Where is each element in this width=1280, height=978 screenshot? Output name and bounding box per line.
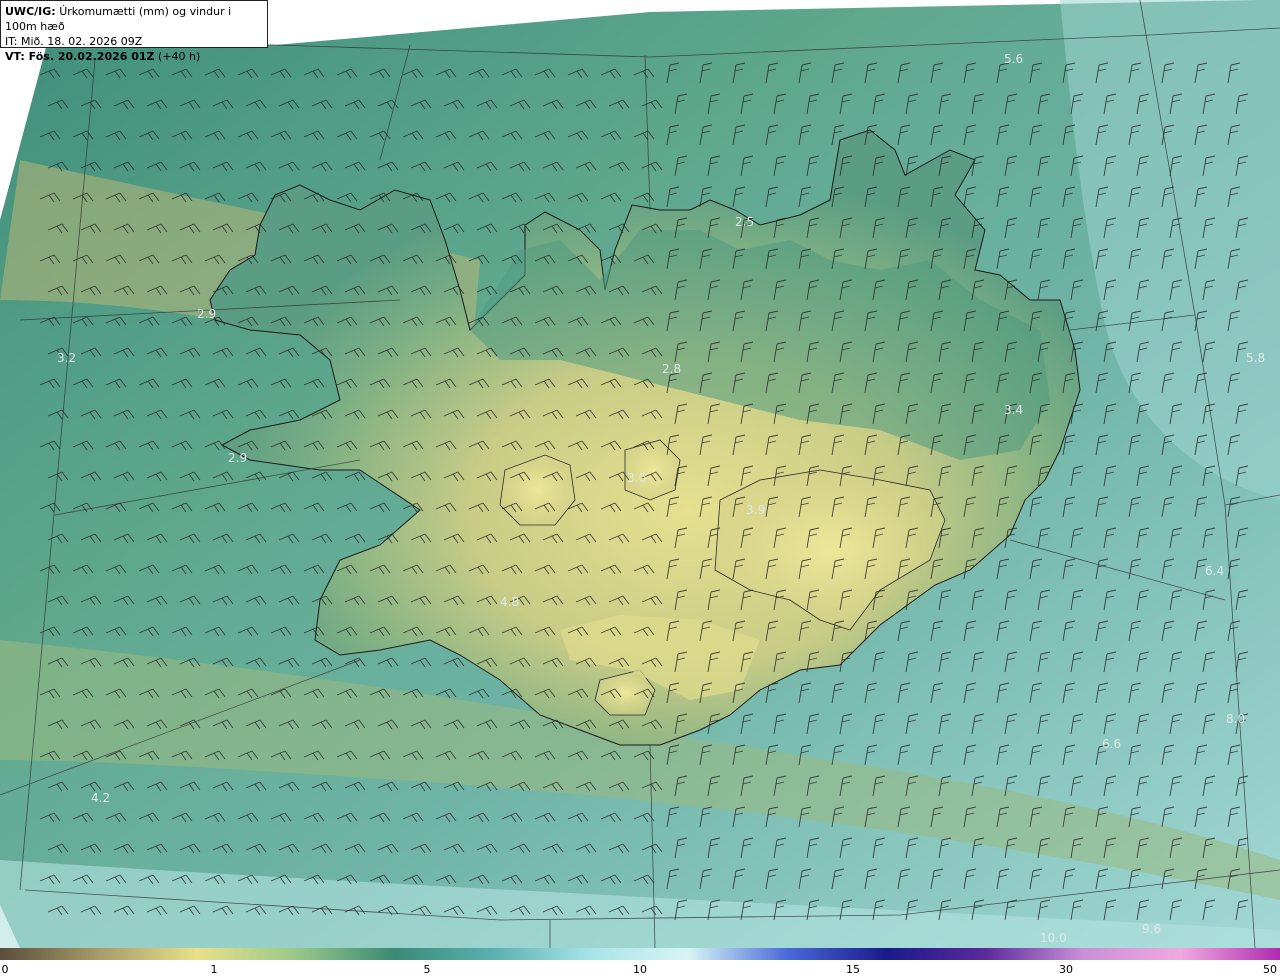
colorbar	[0, 948, 1280, 960]
valid-time: VT: Fös. 20.02.2026 01Z	[5, 50, 155, 63]
colorbar-tick: 10	[633, 963, 647, 976]
label-value: 6.4	[1205, 564, 1224, 578]
colorbar-ticks: 0 1 5 10 15 30 50	[0, 960, 1280, 978]
model-name: UWC/IG:	[5, 5, 56, 18]
label-value: 3.9	[746, 503, 765, 517]
label-value: 9.6	[1142, 922, 1161, 936]
map-info-box: UWC/IG: Úrkomumætti (mm) og vindur i 100…	[0, 0, 268, 63]
colorbar-tick: 15	[846, 963, 860, 976]
colorbar-tick: 5	[423, 963, 431, 976]
label-value: 4.8	[500, 595, 519, 609]
label-value: 2.8	[662, 362, 681, 376]
label-value: 2.5	[735, 215, 754, 229]
forecast-lead: (+40 h)	[158, 50, 201, 63]
label-value: 5.8	[1246, 351, 1265, 365]
label-value: 6.6	[1102, 737, 1121, 751]
label-value: 10.0	[1040, 931, 1067, 945]
label-value: 3.4	[1004, 403, 1023, 417]
label-value: 4.2	[91, 791, 110, 805]
label-value: 3.0	[627, 471, 646, 485]
label-value: 2.9	[228, 451, 247, 465]
colorbar-tick: 0	[1, 963, 9, 976]
label-value: 8.0	[1226, 712, 1245, 726]
label-value: 3.2	[57, 351, 76, 365]
init-time: IT: Mið. 18. 02. 2026 09Z	[5, 35, 143, 48]
colorbar-tick: 30	[1059, 963, 1073, 976]
label-value: 5.6	[1004, 52, 1023, 66]
colorbar-tick: 50	[1263, 963, 1277, 976]
label-value: 2.9	[197, 307, 216, 321]
forecast-map: 5.6 2.5 2.9 3.2 2.8 5.8 3.4 2.9 3.0 3.9 …	[0, 0, 1280, 948]
colorbar-tick: 1	[210, 963, 218, 976]
